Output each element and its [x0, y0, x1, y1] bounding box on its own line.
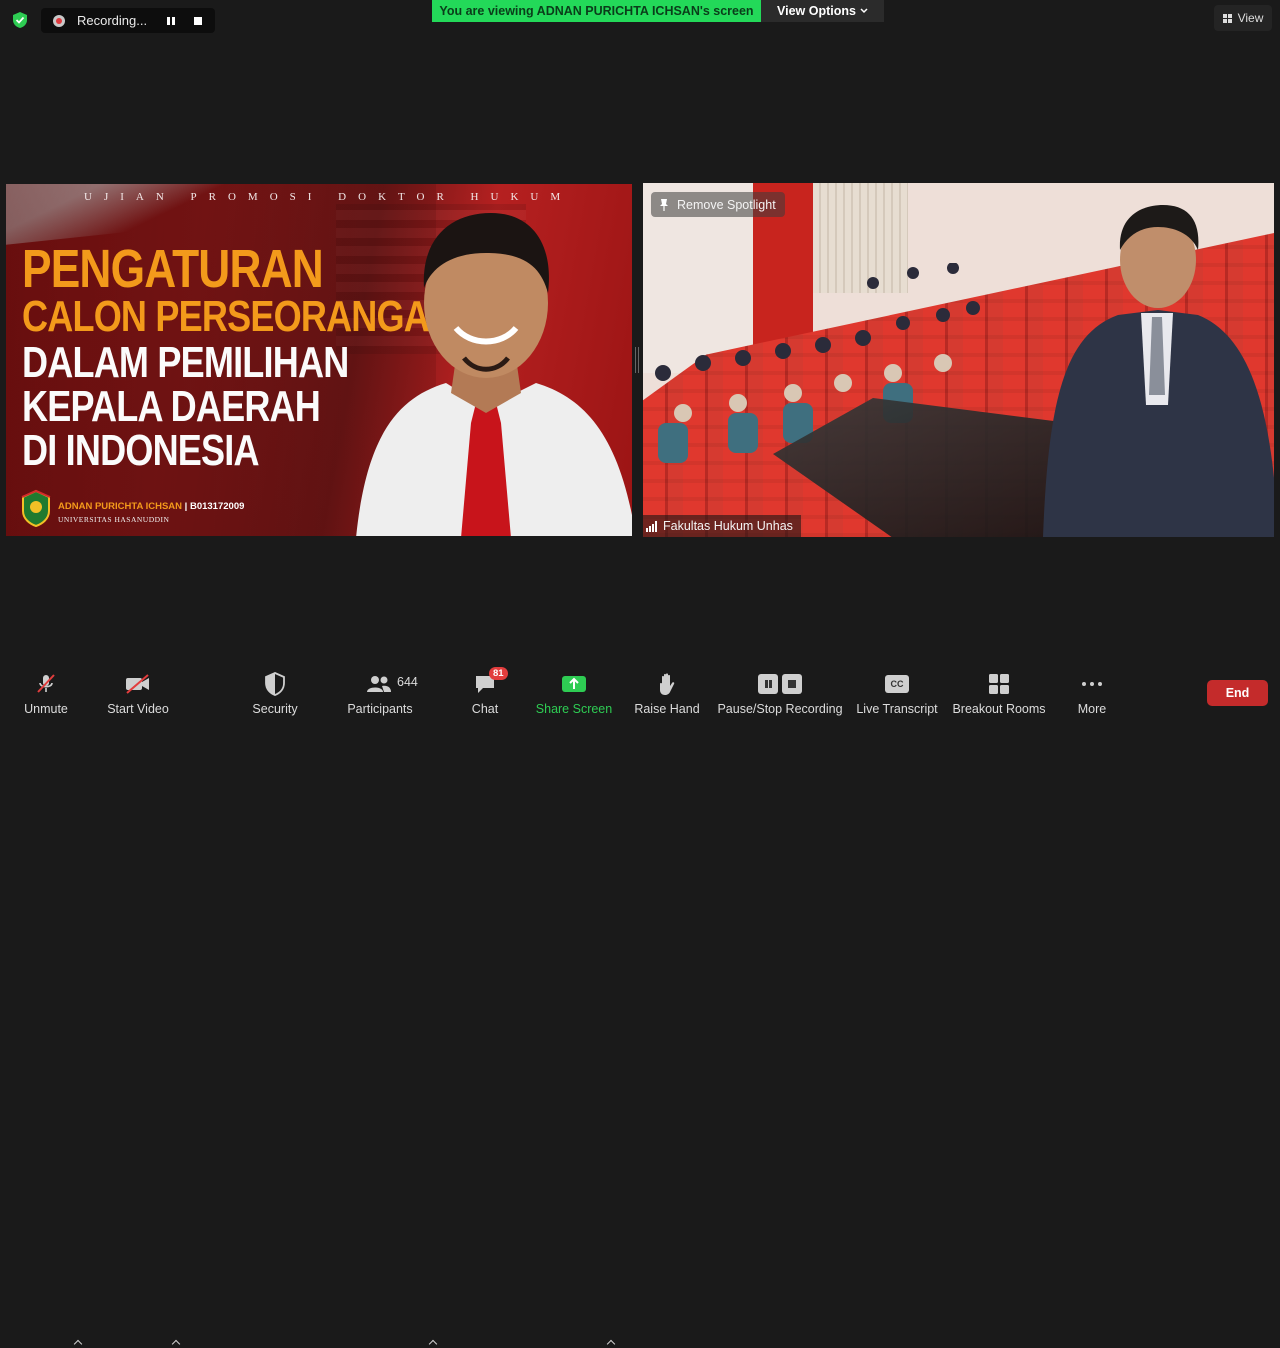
stop-recording-button[interactable] — [188, 11, 208, 31]
participants-icon — [367, 676, 391, 692]
meeting-toolbar: Unmute Start Video Security 644 Particip… — [0, 660, 1280, 720]
candidate-name-text: ADNAN PURICHTA ICHSAN — [58, 501, 183, 512]
breakout-rooms-icon — [989, 674, 1009, 694]
title-line-4: KEPALA DAERAH — [22, 382, 321, 431]
split-divider-handle[interactable] — [635, 347, 639, 373]
pin-icon — [660, 198, 668, 211]
viewing-screen-banner: You are viewing ADNAN PURICHTA ICHSAN's … — [432, 0, 761, 22]
ellipsis-icon — [1082, 682, 1102, 686]
speaker — [1043, 205, 1274, 537]
unmute-button[interactable]: Unmute — [17, 660, 75, 720]
connection-signal-icon — [646, 520, 657, 532]
pause-icon — [758, 674, 778, 694]
top-bar: Recording... You are viewing ADNAN PURIC… — [0, 0, 1280, 40]
share-icon-wrap — [561, 669, 587, 699]
participant-name: Fakultas Hukum Unhas — [663, 519, 793, 533]
video-icon-wrap — [124, 669, 152, 699]
participants-label: Participants — [347, 702, 413, 716]
more-label: More — [1077, 702, 1107, 716]
encryption-shield-icon[interactable] — [11, 11, 29, 29]
audio-options-caret[interactable] — [72, 1336, 84, 1348]
view-button[interactable]: View — [1214, 5, 1272, 31]
breakout-rooms-label: Breakout Rooms — [952, 702, 1046, 716]
chat-label: Chat — [471, 702, 499, 716]
university-logo — [21, 489, 51, 527]
start-video-button[interactable]: Start Video — [105, 660, 171, 720]
participant-name-tag: Fakultas Hukum Unhas — [643, 515, 801, 537]
participants-count: 644 — [397, 675, 418, 689]
breakout-icon-wrap — [988, 669, 1010, 699]
unmute-icon-wrap — [33, 669, 59, 699]
chevron-down-icon — [860, 8, 868, 14]
live-transcript-label: Live Transcript — [856, 702, 938, 716]
share-screen-label: Share Screen — [535, 702, 613, 716]
pause-stop-recording-label: Pause/Stop Recording — [717, 702, 843, 716]
title-line-3: DALAM PEMILIHAN — [22, 338, 349, 387]
microphone-muted-icon — [37, 674, 55, 693]
university-name: UNIVERSITAS HASANUDDIN — [58, 515, 170, 524]
title-line-1: PENGATURAN — [22, 239, 324, 299]
pause-recording-button[interactable] — [161, 11, 181, 31]
recording-controls-icon-wrap — [756, 669, 804, 699]
chat-icon-wrap: 81 — [473, 667, 508, 699]
share-screen-icon — [562, 676, 586, 692]
participants-icon-wrap: 644 — [344, 669, 418, 699]
breakout-rooms-button[interactable]: Breakout Rooms — [951, 660, 1047, 720]
raise-hand-icon — [660, 673, 675, 695]
candidate-id: | B013172009 — [184, 501, 245, 512]
candidate-name: ADNAN PURICHTA ICHSAN | B013172009 — [58, 501, 244, 512]
hand-icon-wrap — [656, 669, 678, 699]
more-button[interactable]: More — [1070, 660, 1114, 720]
view-options-button[interactable]: View Options — [761, 0, 884, 22]
participants-button[interactable]: 644 Participants — [344, 660, 418, 720]
security-icon-wrap — [264, 669, 286, 699]
shield-icon — [265, 672, 285, 696]
pause-stop-recording-button[interactable]: Pause/Stop Recording — [717, 660, 843, 720]
start-video-label: Start Video — [107, 702, 169, 716]
spotlight-video-panel: Remove Spotlight Fakultas Hukum Unhas — [643, 183, 1274, 537]
closed-caption-icon: CC — [885, 675, 909, 693]
video-options-caret[interactable] — [170, 1336, 182, 1348]
security-button[interactable]: Security — [248, 660, 302, 720]
end-meeting-button[interactable]: End — [1207, 680, 1268, 706]
view-options-label: View Options — [777, 4, 856, 18]
stop-icon — [782, 674, 802, 694]
raise-hand-button[interactable]: Raise Hand — [634, 660, 700, 720]
exam-kicker: UJIAN PROMOSI DOKTOR HUKUM — [84, 191, 573, 203]
pause-icon — [167, 16, 175, 25]
unmute-label: Unmute — [24, 702, 68, 716]
live-transcript-button[interactable]: CC Live Transcript — [855, 660, 939, 720]
title-line-5: DI INDONESIA — [22, 426, 260, 475]
stop-icon — [194, 16, 202, 25]
video-off-icon — [126, 674, 149, 694]
remove-spotlight-label: Remove Spotlight — [677, 197, 776, 212]
raise-hand-label: Raise Hand — [634, 702, 700, 716]
security-label: Security — [252, 702, 298, 716]
chat-button[interactable]: 81 Chat — [466, 660, 508, 720]
view-label: View — [1237, 11, 1264, 25]
recording-dot-icon — [53, 14, 65, 27]
more-icon-wrap — [1081, 669, 1103, 699]
recording-label: Recording... — [77, 13, 148, 28]
cc-icon-wrap: CC — [885, 669, 909, 699]
shared-screen-panel: UJIAN PROMOSI DOKTOR HUKUM PENGATURAN CA… — [6, 184, 632, 536]
remove-spotlight-button[interactable]: Remove Spotlight — [651, 192, 785, 217]
participants-options-caret[interactable] — [427, 1336, 439, 1348]
share-options-caret[interactable] — [605, 1336, 617, 1348]
chat-unread-badge: 81 — [489, 667, 508, 680]
candidate-portrait — [356, 213, 632, 536]
share-screen-button[interactable]: Share Screen — [536, 660, 612, 720]
recording-indicator: Recording... — [41, 8, 215, 33]
grid-view-icon — [1222, 13, 1232, 23]
